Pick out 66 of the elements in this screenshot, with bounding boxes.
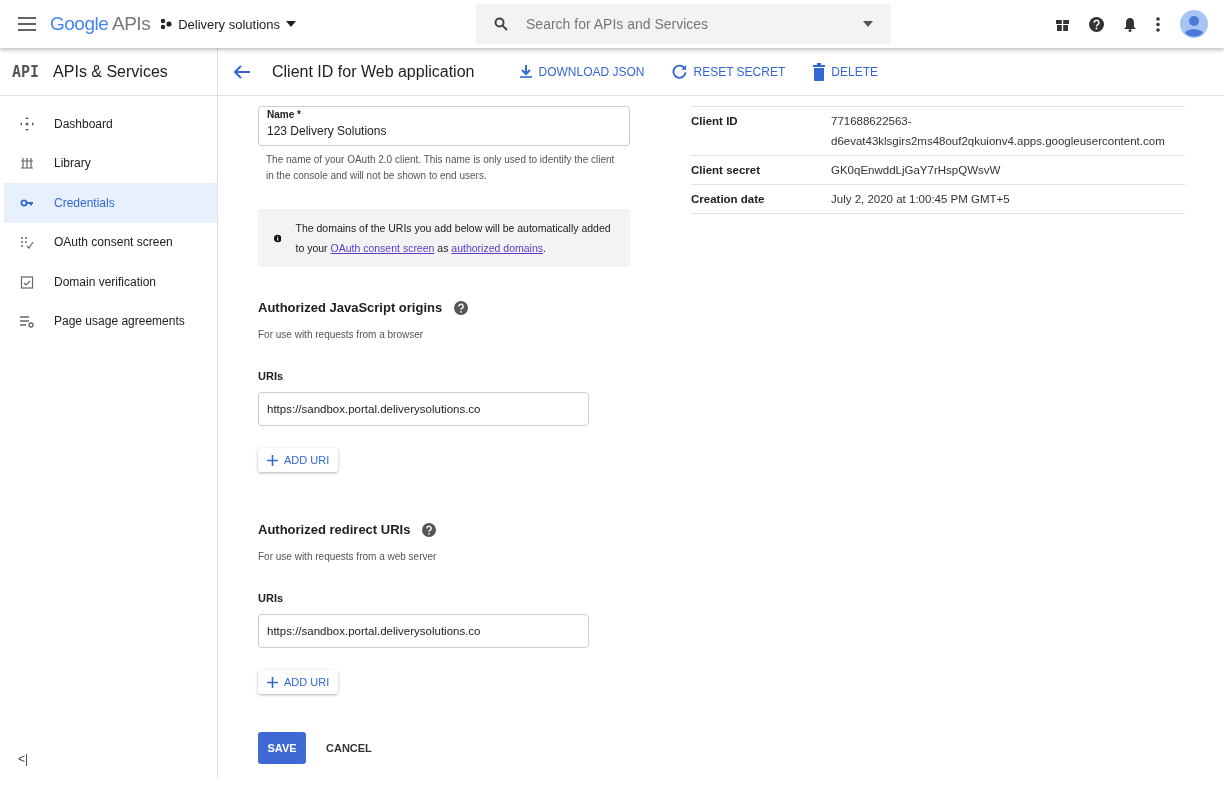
detail-label: Creation date bbox=[691, 192, 766, 207]
list-settings-icon bbox=[20, 314, 34, 329]
help-icon[interactable] bbox=[1089, 16, 1104, 32]
section-description: For use with requests from a browser bbox=[258, 329, 425, 340]
move-arrows-icon bbox=[20, 116, 34, 131]
nav-item[interactable]: Credentials bbox=[4, 183, 217, 223]
field-label: URIs bbox=[258, 370, 285, 382]
delete-button[interactable]: DELETE bbox=[813, 62, 878, 81]
more-icon[interactable] bbox=[1156, 16, 1160, 32]
info-text: The domains of the URIs you add below will be automatically added to your OAuth consent screen as authorized domains. bbox=[295, 221, 612, 256]
checkbox-icon bbox=[20, 274, 34, 289]
uri-input-field[interactable]: https://sandbox.portal.deliverysolutions.co bbox=[258, 392, 589, 426]
reset-secret-button[interactable]: RESET SECRET bbox=[672, 64, 786, 79]
back-arrow-icon[interactable] bbox=[234, 64, 250, 79]
dropdown-caret-icon bbox=[286, 21, 296, 27]
plus-icon bbox=[267, 454, 278, 466]
page-title: Client ID for Web application bbox=[272, 62, 475, 81]
cancel-button[interactable]: CANCEL bbox=[326, 742, 372, 754]
nav-item[interactable]: OAuth consent screen bbox=[0, 222, 217, 262]
nav-item[interactable]: Library bbox=[0, 143, 217, 183]
menu-icon[interactable] bbox=[18, 17, 36, 31]
refresh-icon bbox=[672, 64, 688, 79]
add-uri-button[interactable]: ADD URI bbox=[258, 670, 339, 694]
gift-icon[interactable] bbox=[1056, 17, 1069, 31]
notifications-icon[interactable] bbox=[1124, 16, 1136, 32]
checklist-icon bbox=[20, 235, 34, 250]
project-selector[interactable]: Delivery solutions bbox=[160, 16, 296, 32]
nav-item[interactable]: Dashboard bbox=[0, 104, 217, 144]
field-hint: The name of your OAuth 2.0 client. This name is only used to identify the client in the console and will not be shown to end users. bbox=[266, 153, 616, 183]
section-description: For use with requests from a web server bbox=[258, 551, 438, 562]
help-icon[interactable] bbox=[454, 300, 469, 315]
uri-input-field[interactable]: https://sandbox.portal.deliverysolutions.co bbox=[258, 614, 589, 648]
search-icon bbox=[494, 17, 508, 31]
add-uri-button[interactable]: ADD URI bbox=[258, 448, 339, 472]
collapse-sidebar-button[interactable]: <| bbox=[18, 752, 29, 766]
link[interactable]: authorized domains bbox=[451, 242, 543, 254]
nav-item[interactable]: Page usage agreements bbox=[0, 301, 217, 341]
section-heading: Authorized redirect URIs bbox=[258, 522, 411, 537]
plus-icon bbox=[267, 676, 278, 688]
search-input[interactable]: Search for APIs and Services bbox=[524, 15, 847, 33]
section-heading: Authorized JavaScript origins bbox=[258, 300, 443, 315]
trash-icon bbox=[813, 62, 826, 81]
section-title: APIs & Services bbox=[53, 62, 168, 81]
search-field[interactable]: Search for APIs and Services bbox=[476, 4, 891, 44]
help-icon[interactable] bbox=[422, 522, 437, 537]
detail-value: GK0qEnwddLjGaY7rHspQWsvW bbox=[831, 163, 1001, 178]
project-icon bbox=[160, 18, 173, 30]
dropdown-caret-icon[interactable] bbox=[863, 21, 873, 27]
google-apis-logo[interactable]: Google APIs bbox=[50, 13, 151, 35]
nav-item[interactable]: Domain verification bbox=[0, 262, 217, 302]
detail-label: Client ID bbox=[691, 114, 739, 129]
detail-value: 771688622563- bbox=[831, 114, 913, 129]
download-icon bbox=[520, 65, 533, 78]
save-button[interactable]: SAVE bbox=[258, 732, 306, 764]
field-label: Name * bbox=[267, 109, 302, 121]
detail-label: Client secret bbox=[691, 163, 762, 178]
avatar-icon[interactable] bbox=[1180, 10, 1208, 38]
download-json-button[interactable]: DOWNLOAD JSON bbox=[520, 64, 645, 79]
api-logo: API bbox=[12, 62, 40, 81]
name-field[interactable]: Name * 123 Delivery Solutions bbox=[258, 106, 630, 146]
name-input[interactable]: 123 Delivery Solutions bbox=[267, 121, 629, 138]
detail-value: July 2, 2020 at 1:00:45 PM GMT+5 bbox=[831, 192, 1010, 207]
field-label: URIs bbox=[258, 592, 285, 604]
detail-value: d6evat43klsgirs2ms48ouf2qkuionv4.apps.googleusercontent.com bbox=[831, 134, 1165, 149]
link[interactable]: OAuth consent screen bbox=[330, 242, 435, 254]
library-icon bbox=[20, 156, 34, 171]
